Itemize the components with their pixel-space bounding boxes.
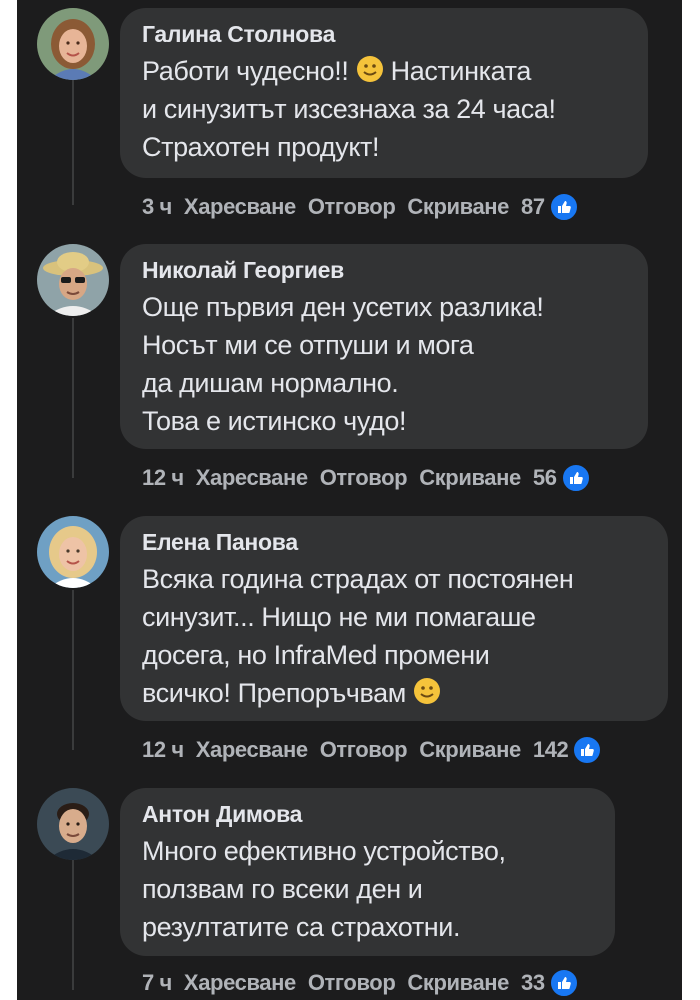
thread-line	[72, 860, 74, 990]
thread-line	[72, 318, 74, 478]
comment-author[interactable]: Антон Димова	[142, 800, 593, 828]
smiley-emoji-icon	[413, 677, 441, 705]
like-button[interactable]: Харесване	[196, 737, 308, 763]
comment-time[interactable]: 7 ч	[142, 970, 172, 996]
comment-time[interactable]: 12 ч	[142, 737, 184, 763]
comment-actions: 3 ч Харесване Отговор Скриване 87	[142, 192, 579, 222]
like-button[interactable]: Харесване	[184, 970, 296, 996]
comment-actions: 12 ч Харесване Отговор Скриване 142	[142, 735, 603, 765]
comment-actions: 7 ч Харесване Отговор Скриване 33	[142, 968, 579, 998]
comment-bubble: Николай Георгиев Още първия ден усетих р…	[120, 244, 648, 449]
avatar[interactable]	[37, 244, 109, 316]
avatar[interactable]	[37, 788, 109, 860]
reply-button[interactable]: Отговор	[320, 465, 408, 491]
hide-button[interactable]: Скриване	[407, 194, 509, 220]
comment-author[interactable]: Галина Столнова	[142, 20, 626, 48]
like-button[interactable]: Харесване	[184, 194, 296, 220]
reply-button[interactable]: Отговор	[308, 970, 396, 996]
reply-button[interactable]: Отговор	[320, 737, 408, 763]
comment-time[interactable]: 12 ч	[142, 465, 184, 491]
reply-button[interactable]: Отговор	[308, 194, 396, 220]
comment-text: Много ефективно устройство, ползвам го в…	[142, 836, 506, 942]
thread-line	[72, 80, 74, 205]
comments-panel: Галина Столнова Работи чудесно!! Настинк…	[17, 0, 682, 1000]
comment-actions: 12 ч Харесване Отговор Скриване 56	[142, 463, 591, 493]
reaction-count[interactable]: 33	[521, 970, 545, 996]
comment-text: Всяка година страдах от постоянен синузи…	[142, 564, 574, 708]
reaction-count[interactable]: 142	[533, 737, 569, 763]
thread-line	[72, 590, 74, 750]
comment-bubble: Елена Панова Всяка година страдах от пос…	[120, 516, 668, 721]
hide-button[interactable]: Скриване	[419, 737, 521, 763]
thumbs-up-icon[interactable]	[548, 968, 579, 998]
avatar[interactable]	[37, 516, 109, 588]
thumbs-up-icon[interactable]	[548, 192, 579, 222]
reaction-count[interactable]: 87	[521, 194, 545, 220]
comment-text: Още първия ден усетих разлика! Носът ми …	[142, 292, 544, 436]
avatar[interactable]	[37, 8, 109, 80]
comment-bubble: Галина Столнова Работи чудесно!! Настинк…	[120, 8, 648, 178]
comment-author[interactable]: Николай Георгиев	[142, 256, 626, 284]
like-button[interactable]: Харесване	[196, 465, 308, 491]
comment-bubble: Антон Димова Много ефективно устройство,…	[120, 788, 615, 956]
reaction-count[interactable]: 56	[533, 465, 557, 491]
hide-button[interactable]: Скриване	[419, 465, 521, 491]
comment-author[interactable]: Елена Панова	[142, 528, 646, 556]
comment-time[interactable]: 3 ч	[142, 194, 172, 220]
thumbs-up-icon[interactable]	[572, 735, 603, 765]
thumbs-up-icon[interactable]	[560, 463, 591, 493]
hide-button[interactable]: Скриване	[407, 970, 509, 996]
smiley-emoji-icon	[356, 55, 384, 83]
comment-text: Работи чудесно!! Настинката и синузитът …	[142, 55, 556, 162]
